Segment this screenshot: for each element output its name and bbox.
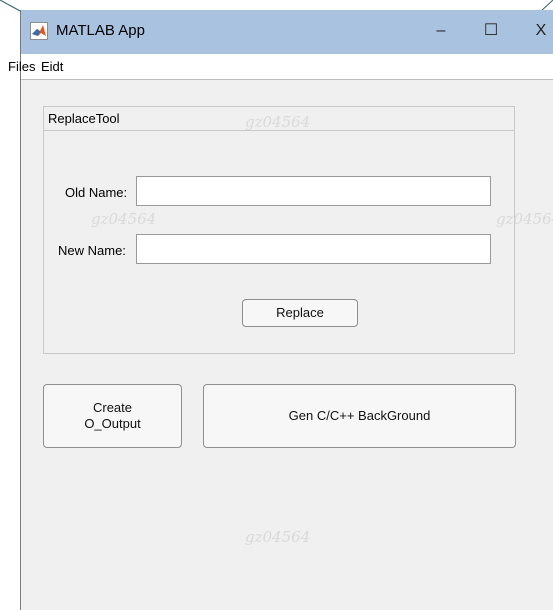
old-name-input[interactable] — [136, 176, 491, 206]
menu-files[interactable]: Files — [8, 59, 35, 74]
create-output-label-line1: Create — [92, 400, 133, 415]
app-window: MATLAB App – ☐ X Files Eidt ReplaceTool … — [8, 10, 553, 610]
new-name-label: New Name: — [58, 243, 126, 258]
create-output-label-line2: O_Output — [84, 416, 141, 431]
watermark-text: gz04564 — [245, 113, 311, 131]
create-output-button[interactable]: Create O_Output — [43, 384, 182, 448]
window-title: MATLAB App — [56, 22, 145, 39]
close-button[interactable]: X — [526, 19, 553, 43]
replace-tool-panel: ReplaceTool Old Name: New Name: Replace — [43, 106, 515, 354]
menu-edit[interactable]: Eidt — [41, 59, 63, 74]
minimize-button[interactable]: – — [426, 19, 456, 43]
watermark-text: gz04564 — [91, 210, 157, 228]
menu-bar: Files Eidt — [8, 54, 553, 80]
gen-background-button[interactable]: Gen C/C++ BackGround — [203, 384, 516, 448]
title-bar[interactable]: MATLAB App – ☐ X — [21, 10, 553, 54]
matlab-logo-icon — [30, 22, 48, 40]
new-name-input[interactable] — [136, 234, 491, 264]
old-name-label: Old Name: — [65, 185, 128, 200]
maximize-button[interactable]: ☐ — [476, 19, 506, 43]
watermark-text: gz04564 — [496, 210, 553, 228]
replace-button[interactable]: Replace — [242, 299, 358, 327]
watermark-text: gz04564 — [245, 528, 311, 546]
